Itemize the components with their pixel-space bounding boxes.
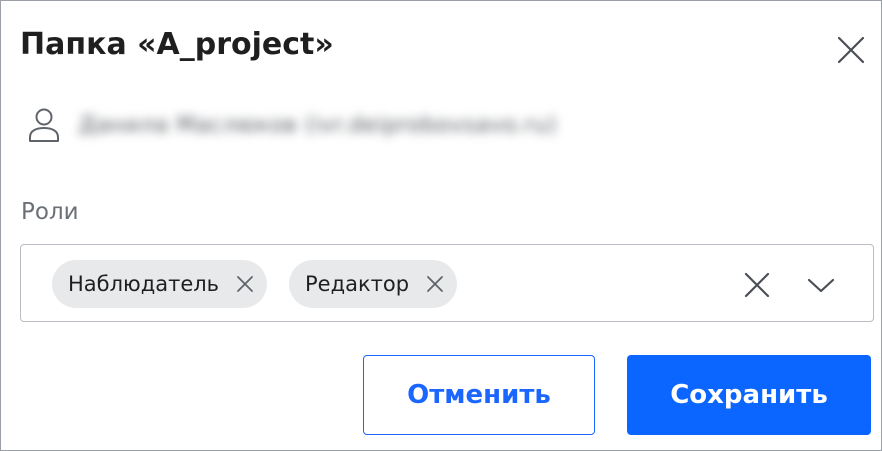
roles-select[interactable]: Наблюдатель Редактор <box>20 244 874 322</box>
user-icon <box>27 105 63 145</box>
role-chip-label: Наблюдатель <box>68 272 220 296</box>
save-button[interactable]: Сохранить <box>627 355 871 435</box>
roles-label: Роли <box>21 199 79 225</box>
roles-dropdown-toggle[interactable] <box>801 265 841 305</box>
user-name: Данила Маслюков (ivr.deiprobovsavo.ru) <box>79 112 558 138</box>
remove-icon <box>237 276 253 292</box>
remove-icon <box>427 276 443 292</box>
role-chip-label: Редактор <box>305 272 410 296</box>
clear-roles-button[interactable] <box>737 265 777 305</box>
dialog: Папка «A_project» Данила Маслюков (ivr.d… <box>0 0 882 451</box>
clear-icon <box>744 272 770 298</box>
role-chip: Наблюдатель <box>52 260 268 308</box>
user-row: Данила Маслюков (ivr.deiprobovsavo.ru) <box>27 105 557 145</box>
dialog-title: Папка «A_project» <box>20 27 334 62</box>
close-icon <box>837 36 865 64</box>
remove-role-button[interactable] <box>233 272 257 296</box>
role-chip: Редактор <box>289 260 458 308</box>
remove-role-button[interactable] <box>423 272 447 296</box>
cancel-button[interactable]: Отменить <box>363 355 595 435</box>
close-button[interactable] <box>831 30 871 70</box>
chevron-down-icon <box>807 278 835 293</box>
